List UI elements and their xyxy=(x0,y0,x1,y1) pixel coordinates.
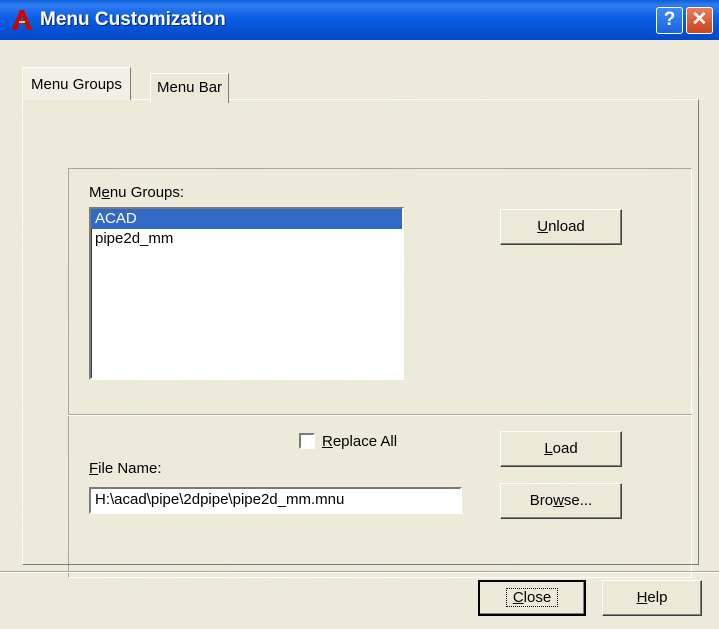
title-bar: Menu Customization ? ✕ xyxy=(0,0,719,40)
close-title-button[interactable]: ✕ xyxy=(686,7,713,34)
window-title: Menu Customization xyxy=(40,9,226,30)
tab-panel xyxy=(22,99,699,565)
tab-menu-groups[interactable]: Menu Groups xyxy=(22,67,131,100)
help-title-button[interactable]: ? xyxy=(656,7,683,34)
focus-ring: Close xyxy=(505,588,559,607)
footer-rule xyxy=(0,571,719,573)
question-icon: ? xyxy=(663,9,676,30)
tab-menu-bar[interactable]: Menu Bar xyxy=(150,73,230,103)
autocad-app-icon xyxy=(12,10,32,30)
close-button[interactable]: Close xyxy=(478,580,586,616)
close-icon: ✕ xyxy=(691,9,708,30)
help-button[interactable]: Help xyxy=(602,580,702,616)
